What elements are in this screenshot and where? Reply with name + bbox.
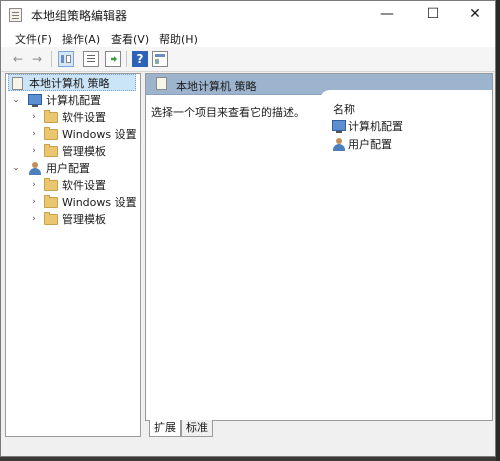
tree-item-computer-config[interactable]: ⌄ 计算机配置 <box>6 92 140 109</box>
tree-item-label: 管理模板 <box>62 213 106 226</box>
view-tabs: 扩展 标准 <box>145 420 493 438</box>
toolbar-separator <box>51 51 52 67</box>
back-arrow-icon[interactable]: ← <box>10 51 26 67</box>
expand-chevron-icon[interactable]: ⌄ <box>12 92 20 109</box>
tree-item-root[interactable]: 本地计算机 策略 <box>8 74 136 91</box>
collapse-chevron-icon[interactable]: › <box>30 211 38 228</box>
collapse-chevron-icon[interactable]: › <box>30 143 38 160</box>
properties-icon[interactable] <box>83 51 99 67</box>
folder-icon <box>44 144 58 157</box>
window-title: 本地组策略编辑器 <box>31 9 128 23</box>
list-item-label: 计算机配置 <box>348 120 403 133</box>
tree-item-label: 软件设置 <box>62 179 106 192</box>
toolbar: ← → ? <box>1 47 495 72</box>
collapse-chevron-icon[interactable]: › <box>30 126 38 143</box>
folder-icon <box>44 195 58 208</box>
computer-icon <box>332 120 346 133</box>
folder-icon <box>44 178 58 191</box>
menu-view[interactable]: 查看(V) <box>111 31 149 47</box>
tab-standard[interactable]: 标准 <box>181 420 213 437</box>
folder-icon <box>44 127 58 140</box>
menu-file[interactable]: 文件(F) <box>15 31 52 47</box>
minimize-button[interactable]: — <box>367 1 407 28</box>
collapse-chevron-icon[interactable]: › <box>30 177 38 194</box>
items-list: 名称 计算机配置 用户配置 <box>320 90 492 210</box>
tree-item-label: 用户配置 <box>46 162 90 175</box>
user-icon <box>332 138 346 151</box>
expand-chevron-icon[interactable]: ⌄ <box>12 160 20 177</box>
app-icon <box>9 8 22 22</box>
toolbar-separator <box>126 51 127 67</box>
list-item-label: 用户配置 <box>348 138 392 151</box>
tree-item-computer-software[interactable]: › 软件设置 <box>6 109 140 126</box>
gpedit-window: 本地组策略编辑器 — ☐ ✕ 文件(F) 操作(A) 查看(V) 帮助(H) ←… <box>0 0 496 457</box>
background-strip <box>496 0 500 461</box>
description-text: 选择一个项目来查看它的描述。 <box>151 106 305 119</box>
tree-item-label: 管理模板 <box>62 145 106 158</box>
help-icon[interactable]: ? <box>132 51 148 67</box>
tab-extended[interactable]: 扩展 <box>149 420 181 437</box>
tree-item-user-windows[interactable]: › Windows 设置 <box>6 194 140 211</box>
policy-document-icon <box>12 77 23 90</box>
folder-icon <box>44 212 58 225</box>
collapse-chevron-icon[interactable]: › <box>30 194 38 211</box>
maximize-button[interactable]: ☐ <box>413 1 453 28</box>
menu-bar: 文件(F) 操作(A) 查看(V) 帮助(H) <box>1 28 495 47</box>
export-list-icon[interactable] <box>105 51 121 67</box>
tree-item-label: 软件设置 <box>62 111 106 124</box>
tree-item-computer-windows[interactable]: › Windows 设置 <box>6 126 140 143</box>
details-header-title: 本地计算机 策略 <box>176 80 257 93</box>
tree-item-user-software[interactable]: › 软件设置 <box>6 177 140 194</box>
close-button[interactable]: ✕ <box>455 1 495 28</box>
details-pane: 本地计算机 策略 名称 计算机配置 用户配置 选择一个项目来查看它的描述。 <box>145 73 493 437</box>
list-item-computer-config[interactable]: 计算机配置 <box>332 118 482 135</box>
folder-icon <box>44 110 58 123</box>
column-header-name[interactable]: 名称 <box>333 101 355 117</box>
menu-help[interactable]: 帮助(H) <box>159 31 198 47</box>
tree-item-label: Windows 设置 <box>62 196 137 209</box>
tree-item-computer-admin-templates[interactable]: › 管理模板 <box>6 143 140 160</box>
computer-icon <box>28 94 42 107</box>
tree-item-label: Windows 设置 <box>62 128 137 141</box>
tree-item-label: 本地计算机 策略 <box>29 77 110 90</box>
console-view-icon[interactable] <box>152 51 168 67</box>
policy-document-icon <box>156 77 167 90</box>
collapse-chevron-icon[interactable]: › <box>30 109 38 126</box>
show-hide-tree-icon[interactable] <box>58 51 74 67</box>
tree-pane: 本地计算机 策略 ⌄ 计算机配置 › 软件设置 › Windows 设置 › 管… <box>5 73 141 437</box>
user-icon <box>28 162 42 175</box>
tree-item-user-config[interactable]: ⌄ 用户配置 <box>6 160 140 177</box>
list-item-user-config[interactable]: 用户配置 <box>332 136 482 153</box>
forward-arrow-icon[interactable]: → <box>29 51 45 67</box>
title-bar[interactable]: 本地组策略编辑器 — ☐ ✕ <box>1 1 495 28</box>
tree-item-user-admin-templates[interactable]: › 管理模板 <box>6 211 140 228</box>
menu-action[interactable]: 操作(A) <box>62 31 100 47</box>
tree-item-label: 计算机配置 <box>46 94 101 107</box>
